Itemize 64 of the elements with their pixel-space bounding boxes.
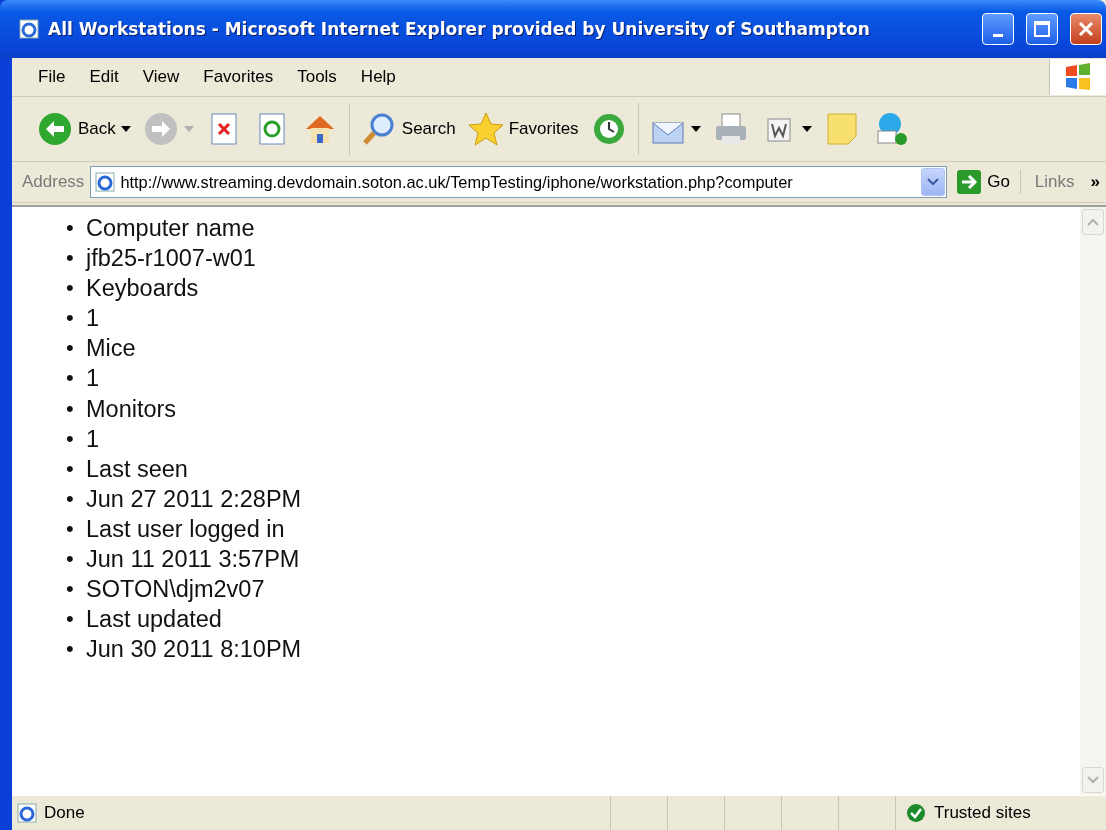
zone-text: Trusted sites — [934, 803, 1031, 823]
windows-flag-icon — [1063, 62, 1093, 92]
menu-item[interactable]: View — [130, 67, 192, 87]
page-e-icon — [16, 802, 38, 824]
favorites-button[interactable]: Favorites — [464, 109, 582, 149]
menu-item[interactable]: Tools — [285, 67, 349, 87]
bullet: • — [66, 304, 75, 333]
close-button[interactable] — [1070, 13, 1102, 45]
maximize-icon — [1034, 21, 1050, 37]
address-dropdown-button[interactable] — [921, 168, 946, 196]
search-button[interactable]: Search — [357, 109, 459, 149]
bullet: • — [66, 364, 75, 393]
bullet: • — [66, 274, 75, 303]
window-title: All Workstations - Microsoft Internet Explorer provided by University of Southampton — [48, 19, 871, 39]
chevron-down-icon — [927, 178, 940, 186]
back-button[interactable]: Back — [34, 109, 134, 149]
close-icon — [1078, 21, 1094, 37]
address-field[interactable]: http://www.streaming.devdomain.soton.ac.uk/TempTesting/iphone/workstation.php?computer — [90, 166, 948, 198]
bullet: • — [66, 214, 75, 242]
list-item: Keyboards — [86, 274, 199, 304]
list-item: Jun 30 2011 8:10PM — [86, 635, 302, 665]
page-e-icon — [94, 171, 117, 193]
bullet: • — [66, 545, 75, 574]
status-text: Done — [43, 803, 85, 823]
bullet: • — [66, 454, 75, 483]
minimize-button[interactable] — [982, 13, 1014, 45]
bullet: • — [66, 575, 75, 604]
star-icon — [467, 111, 504, 147]
scroll-down-icon — [1087, 776, 1099, 784]
list-item: Jun 11 2011 3:57PM — [86, 545, 300, 575]
bullet: • — [66, 605, 75, 634]
bullet: • — [66, 244, 75, 273]
list-item: Mice — [86, 334, 136, 364]
scrollbar[interactable] — [1080, 207, 1106, 795]
bullet: • — [66, 394, 75, 423]
browser-e-icon — [18, 18, 40, 40]
list-item: jfb25-r1007-w01 — [86, 244, 256, 274]
list-item: Computer name — [86, 214, 255, 243]
list-item: Last updated — [86, 605, 222, 635]
maximize-button[interactable] — [1026, 13, 1058, 45]
list-item: Last seen — [86, 454, 188, 484]
list-item: 1 — [86, 304, 100, 334]
list-item: 1 — [86, 424, 100, 454]
more-chevron[interactable]: » — [1080, 172, 1100, 192]
scroll-up-icon — [1087, 218, 1099, 226]
address-label: Address — [22, 172, 85, 192]
bullet: • — [66, 334, 75, 363]
check-icon — [906, 803, 926, 823]
menu-item[interactable]: Help — [348, 67, 408, 87]
list-item: SOTON\djm2v07 — [86, 575, 265, 605]
menu-item[interactable]: Favorites — [191, 67, 286, 87]
list-item: Last user logged in — [86, 514, 285, 544]
list-item: Monitors — [86, 394, 177, 424]
bullet: • — [66, 635, 75, 664]
list-item: Jun 27 2011 2:28PM — [86, 484, 302, 514]
menu-item[interactable]: File — [26, 67, 78, 87]
go-button[interactable]: Go — [953, 170, 1021, 194]
minimize-icon — [993, 33, 1003, 37]
menu-item[interactable]: Edit — [77, 67, 131, 87]
bullet: • — [66, 514, 75, 543]
bullet: • — [66, 484, 75, 513]
links-label[interactable]: Links — [1026, 172, 1075, 192]
bullet: • — [66, 424, 75, 453]
list-item: 1 — [86, 364, 100, 394]
